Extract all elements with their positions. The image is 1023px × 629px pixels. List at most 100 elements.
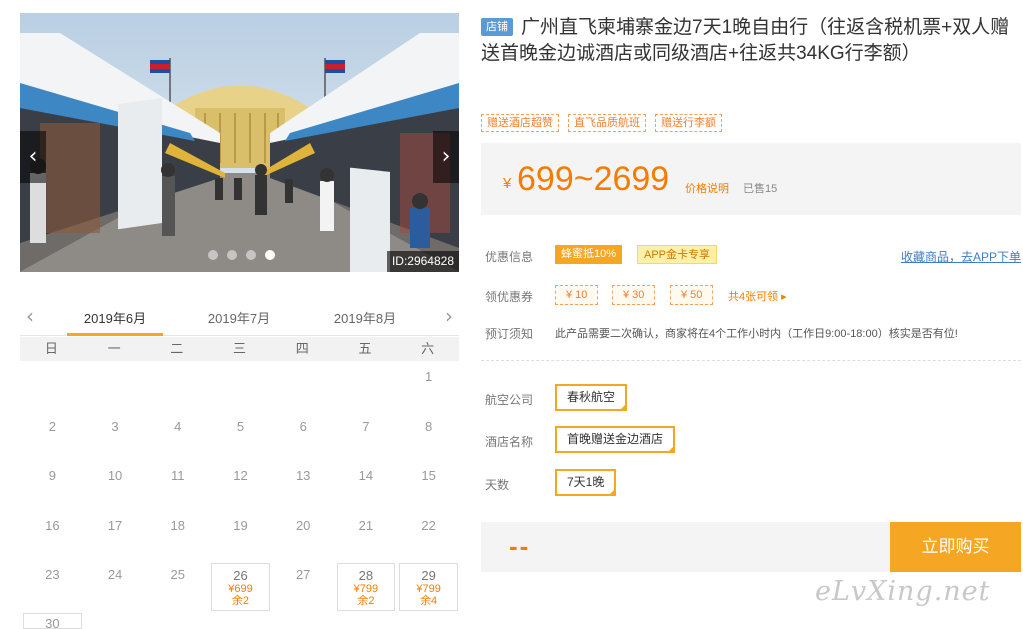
tab-month-june[interactable]: 2019年6月 bbox=[67, 308, 163, 336]
calendar-day: 13 bbox=[272, 462, 335, 512]
calendar-day: 20 bbox=[272, 512, 335, 562]
weekday-label: 一 bbox=[107, 341, 121, 356]
tab-month-july[interactable]: 2019年7月 bbox=[194, 308, 284, 327]
product-tags: 赠送酒店超赞 直飞品质航班 赠送行李额 bbox=[481, 114, 722, 132]
calendar-day-number: 12 bbox=[233, 468, 248, 484]
photo-prev-button[interactable]: ‹ bbox=[20, 131, 46, 183]
calendar-day-number: 24 bbox=[107, 567, 123, 583]
photo-dot[interactable] bbox=[246, 250, 256, 260]
calendar-day: 27 bbox=[272, 561, 335, 611]
photo-next-button[interactable]: › bbox=[433, 131, 459, 183]
buy-bar: -- 立即购买 bbox=[481, 522, 1021, 572]
calendar-day-stock: 余2 bbox=[231, 595, 250, 608]
calendar-next-month-icon[interactable]: › bbox=[445, 304, 453, 328]
calendar-day-number: 8 bbox=[425, 418, 433, 434]
calendar-day-number: 22 bbox=[421, 517, 436, 533]
tag-flight: 直飞品质航班 bbox=[568, 114, 646, 132]
product-photo-carousel[interactable]: ‹ › ID:2964828 bbox=[20, 13, 459, 272]
hotel-option[interactable]: 首晚赠送金边酒店 bbox=[555, 426, 676, 453]
price-range: 699~2699 bbox=[517, 160, 670, 198]
section-divider bbox=[481, 360, 1021, 361]
calendar-day: 5 bbox=[209, 413, 272, 463]
weekday-label: 二 bbox=[170, 341, 184, 356]
tab-month-august[interactable]: 2019年8月 bbox=[320, 308, 410, 327]
tag-luggage: 赠送行李额 bbox=[655, 114, 722, 132]
calendar-day-number: 16 bbox=[45, 517, 60, 533]
calendar-day-price: ¥799 bbox=[353, 583, 379, 596]
calendar-day: 15 bbox=[397, 462, 460, 512]
calendar-prev-month-icon[interactable]: ‹ bbox=[26, 304, 34, 328]
price-explanation-link[interactable]: 价格说明 bbox=[685, 180, 729, 196]
app-gold-card-badge: APP金卡专享 bbox=[637, 245, 718, 264]
coupon-10[interactable]: ¥ 10 bbox=[555, 285, 599, 305]
calendar-day-number: 13 bbox=[295, 468, 311, 484]
calendar-day-number: 5 bbox=[236, 418, 245, 434]
calendar-day-number: 17 bbox=[107, 517, 123, 533]
weekday-label: 日 bbox=[44, 341, 58, 356]
honey-discount-badge: 蜂蜜抵10% bbox=[555, 245, 623, 264]
collect-go-app-link[interactable]: 收藏商品，去APP下单 bbox=[901, 248, 1021, 265]
tag-hotel: 赠送酒店超赞 bbox=[481, 114, 559, 132]
calendar-day: 30 bbox=[23, 613, 82, 629]
calendar-day: 14 bbox=[335, 462, 398, 512]
calendar-day: 9 bbox=[21, 462, 84, 512]
calendar-day-number: 19 bbox=[233, 517, 248, 533]
photo-dot[interactable] bbox=[227, 250, 237, 260]
days-option[interactable]: 7天1晚 bbox=[555, 469, 617, 496]
weekday-label: 六 bbox=[421, 341, 435, 356]
calendar-day: 25 bbox=[146, 561, 209, 611]
calendar-month-tabs: ‹ 2019年6月 2019年7月 2019年8月 › bbox=[20, 300, 459, 336]
calendar-day-number: 9 bbox=[48, 468, 56, 484]
calendar-day: 6 bbox=[272, 413, 335, 463]
days-label: 天数 bbox=[485, 478, 510, 492]
calendar-day-number: 7 bbox=[362, 418, 370, 434]
coupon-more-link[interactable]: 共4张可领 ▸ bbox=[728, 288, 787, 304]
price-box: ¥ 699~2699 价格说明 已售15 bbox=[481, 143, 1021, 215]
coupon-label: 领优惠券 bbox=[485, 290, 534, 304]
buy-now-button[interactable]: 立即购买 bbox=[890, 522, 1021, 572]
calendar-day-number: 21 bbox=[358, 517, 374, 533]
calendar-day-number: 2 bbox=[48, 418, 56, 434]
calendar-day: 16 bbox=[21, 512, 84, 562]
calendar-day-price: ¥799 bbox=[416, 583, 441, 596]
calendar-day-number: 18 bbox=[170, 517, 185, 533]
calendar-day: 2 bbox=[21, 413, 84, 463]
calendar-day: 1 bbox=[397, 363, 460, 413]
airline-label: 航空公司 bbox=[485, 393, 534, 407]
calendar-day-number: 20 bbox=[295, 517, 311, 533]
calendar-day-number: 10 bbox=[107, 468, 123, 484]
calendar-day-stock: 余2 bbox=[357, 595, 375, 608]
calendar-day: 11 bbox=[146, 462, 209, 512]
calendar-day: 4 bbox=[146, 413, 209, 463]
photo-pagination-dots bbox=[208, 250, 275, 260]
airline-option[interactable]: 春秋航空 bbox=[555, 384, 628, 411]
calendar-day: 19 bbox=[209, 512, 272, 562]
calendar-day: 24 bbox=[84, 561, 147, 611]
calendar-day-number: 29 bbox=[421, 568, 436, 584]
calendar-day[interactable]: 29 ¥799 余4 bbox=[399, 563, 458, 612]
photo-dot[interactable] bbox=[265, 250, 275, 260]
calendar-day[interactable]: 26 ¥699 余2 bbox=[211, 563, 270, 612]
product-title-block: 店铺 广州直飞柬埔寨金边7天1晚自由行（往返含税机票+双人赠送首晚金边诚酒店或同级… bbox=[481, 15, 1021, 67]
calendar-day-number: 3 bbox=[111, 418, 119, 434]
calendar-day: 7 bbox=[335, 413, 398, 463]
sold-count: 已售15 bbox=[743, 183, 778, 195]
calendar-day-number: 28 bbox=[358, 568, 374, 584]
booking-notice-text: 此产品需要二次确认，商家将在4个工作小时内（工作日9:00-18:00）核实是否… bbox=[555, 328, 958, 340]
calendar-day: 21 bbox=[335, 512, 398, 562]
calendar-day-number: 30 bbox=[45, 616, 60, 629]
calendar-day-number: 6 bbox=[299, 418, 307, 434]
photo-dot[interactable] bbox=[208, 250, 218, 260]
calendar-day: 12 bbox=[209, 462, 272, 512]
calendar-day: 17 bbox=[84, 512, 147, 562]
weekday-label: 四 bbox=[295, 341, 309, 356]
calendar-day-stock: 余4 bbox=[420, 595, 438, 608]
calendar-day: 22 bbox=[397, 512, 460, 562]
calendar-day-number: 23 bbox=[45, 567, 60, 583]
weekday-label: 三 bbox=[233, 341, 247, 356]
calendar-day: 10 bbox=[84, 462, 147, 512]
coupon-50[interactable]: ¥ 50 bbox=[670, 285, 714, 305]
calendar-day[interactable]: 28 ¥799 余2 bbox=[336, 563, 396, 612]
shop-badge: 店铺 bbox=[481, 18, 513, 36]
coupon-30[interactable]: ¥ 30 bbox=[612, 285, 656, 305]
